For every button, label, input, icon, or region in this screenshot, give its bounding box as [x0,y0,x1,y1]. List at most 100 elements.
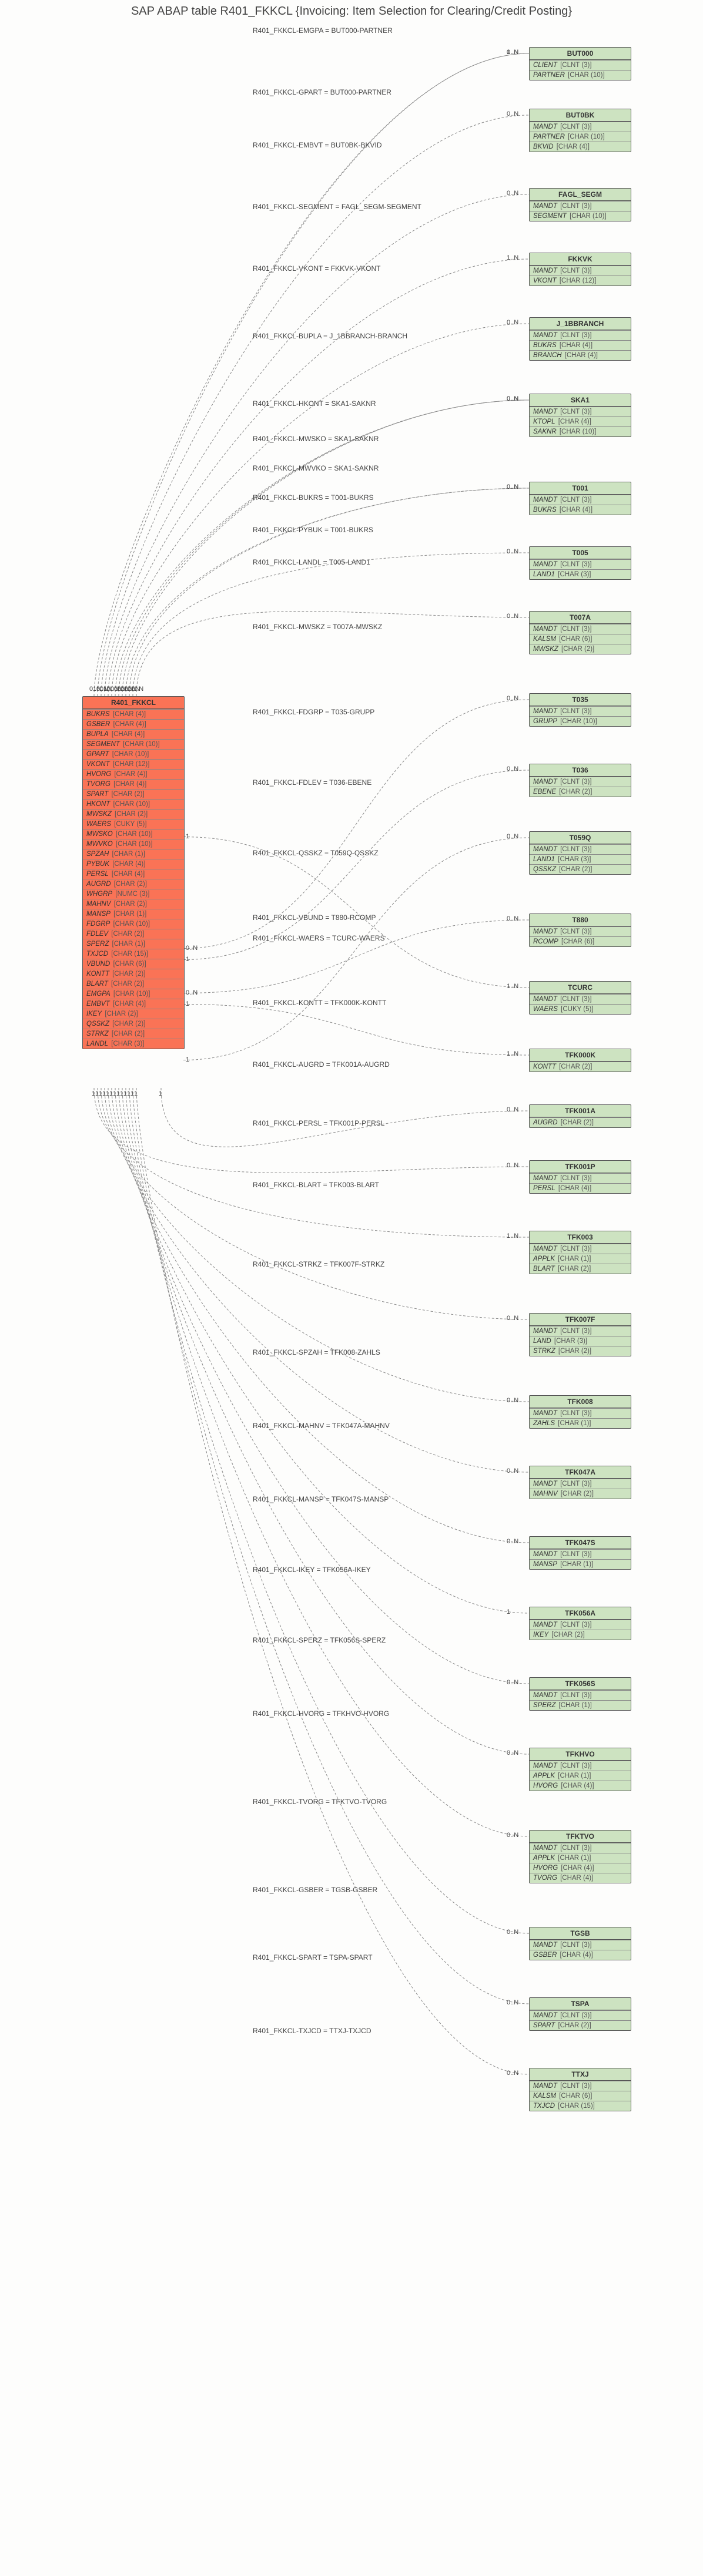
entity-tfk056a: TFK056AMANDT [CLNT (3)]IKEY [CHAR (2)] [529,1607,631,1640]
entity-field: WHGRP [NUMC (3)] [83,889,184,899]
cardinality-target: 0..N [507,2070,518,2077]
entity-header: TFK000K [530,1049,631,1062]
field-type: [CHAR (2)] [103,1010,138,1017]
entity-header: T036 [530,764,631,777]
entity-field: PYBUK [CHAR (4)] [83,859,184,869]
entity-field: SPZAH [CHAR (1)] [83,849,184,859]
entity-field: MANSP [CHAR (1)] [83,909,184,919]
field-type: [CHAR (3)] [553,1338,587,1345]
field-type: [CHAR (2)] [111,1020,145,1027]
field-name: SPERZ [533,1702,555,1709]
field-name: MANDT [533,1845,557,1852]
entity-field: KTOPL [CHAR (4)] [530,417,631,426]
field-type: [CLNT (3)] [558,1410,592,1417]
field-name: SEGMENT [86,741,120,748]
field-type: [CHAR (2)] [557,1063,592,1070]
field-name: ZAHLS [533,1420,555,1427]
cardinality-target: 0..N [507,319,518,326]
entity-field: KONTT [CHAR (2)] [530,1062,631,1072]
field-name: MANDT [533,332,557,339]
entity-header: TFK003 [530,1231,631,1244]
field-type: [CHAR (10)] [566,133,605,140]
field-type: [CHAR (2)] [109,791,144,798]
field-type: [CLNT (3)] [558,996,592,1003]
field-type: [CLNT (3)] [558,1328,592,1335]
field-type: [CHAR (4)] [112,771,147,778]
field-type: [CLNT (3)] [558,408,592,415]
field-name: MANDT [533,203,557,210]
relation-label: R401_FKKCL-FDLEV = T036-EBENE [253,778,371,787]
entity-t059q: T059QMANDT [CLNT (3)]LAND1 [CHAR (3)]QSS… [529,831,631,875]
cardinality-target: 0..N [507,1162,518,1169]
field-type: [CHAR (3)] [556,856,591,863]
field-name: KONTT [533,1063,556,1070]
entity-tfk008: TFK008MANDT [CLNT (3)]ZAHLS [CHAR (1)] [529,1395,631,1429]
relation-label: R401_FKKCL-MWSKO = SKA1-SAKNR [253,435,379,443]
field-name: QSSKZ [86,1020,109,1027]
entity-field: BUKRS [CHAR (4)] [530,505,631,515]
field-name: PERSL [533,1185,555,1192]
field-name: WAERS [86,821,111,828]
entity-field: MANDT [CLNT (3)] [530,1940,631,1950]
field-name: BUKRS [533,506,557,513]
field-name: MANDT [533,778,557,785]
entity-field: MANDT [CLNT (3)] [530,844,631,854]
entity-header: TFK001P [530,1161,631,1173]
entity-field: BUKRS [CHAR (4)] [83,709,184,719]
entity-field: TXJCD [CHAR (15)] [530,2101,631,2111]
entity-header: TFK008 [530,1396,631,1408]
entity-field: MANDT [CLNT (3)] [530,1761,631,1771]
entity-header: T001 [530,482,631,495]
field-name: HVORG [533,1782,558,1789]
cardinality-target: 0..N [507,110,518,117]
field-type: [CHAR (2)] [559,1119,594,1126]
entity-tfktvo: TFKTVOMANDT [CLNT (3)]APPLK [CHAR (1)]HV… [529,1830,631,1883]
field-name: FDGRP [86,921,110,928]
entity-header: FAGL_SEGM [530,189,631,201]
cardinality-target: 0..N [507,548,518,555]
entity-field: SPERZ [CHAR (1)] [83,939,184,949]
field-name: TXJCD [86,951,108,958]
field-type: [CHAR (2)] [550,1631,584,1638]
entity-field: BUPLA [CHAR (4)] [83,729,184,739]
field-type: [CLNT (3)] [558,2012,592,2019]
field-type: [CHAR (2)] [110,1030,145,1037]
relation-label: R401_FKKCL-TXJCD = TTXJ-TXJCD [253,2027,371,2035]
relation-label: R401_FKKCL-VKONT = FKKVK-VKONT [253,264,381,273]
entity-header: FKKVK [530,253,631,266]
field-type: [CHAR (3)] [109,1040,144,1047]
field-type: [CHAR (12)] [111,761,150,768]
relation-label: R401_FKKCL-PERSL = TFK001P-PERSL [253,1119,384,1127]
field-name: MANSP [86,911,111,918]
entity-field: BKVID [CHAR (4)] [530,142,631,152]
field-name: MAHNV [86,901,111,908]
field-type: [CHAR (6)] [557,636,592,643]
field-type: [CHAR (2)] [109,980,144,988]
field-name: MANDT [533,1245,557,1252]
field-type: [CHAR (10)] [121,741,160,748]
entity-field: PARTNER [CHAR (10)] [530,70,631,80]
field-name: CLIENT [533,62,557,69]
relation-label: R401_FKKCL-BLART = TFK003-BLART [253,1181,379,1189]
field-name: MANDT [533,408,557,415]
field-name: KTOPL [533,418,555,425]
entity-t007a: T007AMANDT [CLNT (3)]KALSM [CHAR (6)]MWS… [529,611,631,654]
field-name: MANDT [533,996,557,1003]
field-type: [CHAR (1)] [556,1772,591,1779]
field-type: [CLNT (3)] [558,1551,592,1558]
entity-header: SKA1 [530,394,631,407]
relation-label: R401_FKKCL-FDGRP = T035-GRUPP [253,708,374,716]
field-type: [CUKY (5)] [112,821,147,828]
relation-label: R401_FKKCL-TVORG = TFKTVO-TVORG [253,1798,387,1806]
field-type: [CHAR (2)] [556,2022,591,2029]
field-name: MANDT [533,123,557,130]
relation-label: R401_FKKCL-HVORG = TFKHVO-HVORG [253,1710,389,1718]
entity-field: VKONT [CHAR (12)] [530,276,631,286]
page-title: SAP ABAP table R401_FKKCL {Invoicing: It… [0,5,703,18]
field-name: PARTNER [533,72,565,79]
field-type: [CLNT (3)] [558,708,592,715]
entity-field: SEGMENT [CHAR (10)] [83,739,184,749]
entity-field: KALSM [CHAR (6)] [530,634,631,644]
field-name: VBUND [86,960,110,968]
field-name: LANDL [86,1040,108,1047]
